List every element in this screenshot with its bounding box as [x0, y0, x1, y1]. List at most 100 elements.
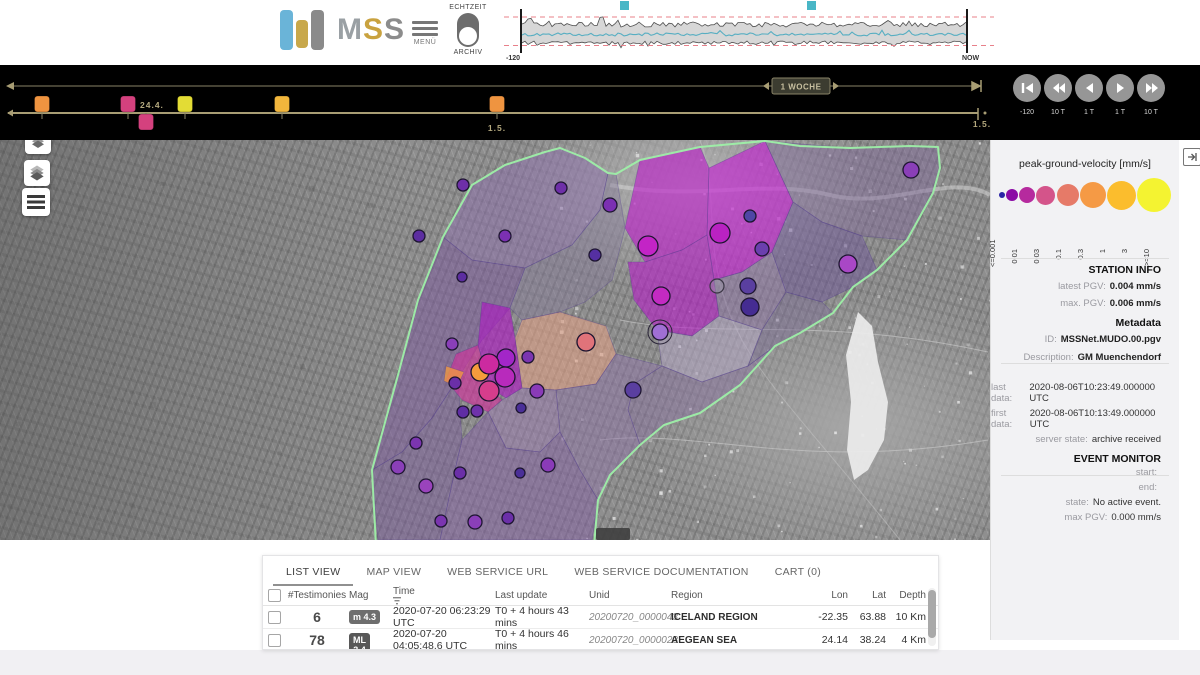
- row-checkbox[interactable]: [268, 634, 281, 647]
- station-circle[interactable]: [457, 179, 469, 191]
- playback-step-back-button[interactable]: [1075, 74, 1103, 102]
- speckle: [930, 228, 931, 229]
- station-circle[interactable]: [903, 162, 919, 178]
- column-header-depth[interactable]: Depth: [886, 590, 928, 601]
- speckle: [636, 152, 637, 153]
- seismogram-plot[interactable]: [0, 0, 1200, 65]
- terrain-shadow: [192, 477, 194, 479]
- playback-skip-start-button[interactable]: [1013, 74, 1041, 102]
- speckle: [818, 447, 819, 448]
- column-header--testimonies[interactable]: #Testimonies: [285, 590, 349, 601]
- timeline-event-marker[interactable]: [35, 96, 50, 112]
- station-circle[interactable]: [744, 210, 756, 222]
- station-circle[interactable]: [479, 381, 499, 401]
- station-circle[interactable]: [457, 272, 467, 282]
- table-scrollbar[interactable]: [928, 588, 936, 646]
- road: [600, 438, 988, 452]
- column-header-mag[interactable]: Mag: [349, 590, 393, 601]
- station-circle[interactable]: [499, 230, 511, 242]
- map-layers-button[interactable]: [24, 160, 50, 186]
- seismo-event-marker[interactable]: [807, 1, 816, 10]
- station-circle[interactable]: [625, 382, 641, 398]
- station-circle[interactable]: [710, 223, 730, 243]
- playback-rewind-button[interactable]: [1044, 74, 1072, 102]
- speckle: [778, 524, 781, 527]
- station-circle[interactable]: [435, 515, 447, 527]
- station-circle[interactable]: [449, 377, 461, 389]
- speckle: [848, 326, 851, 329]
- station-circle[interactable]: [652, 287, 670, 305]
- map-canvas[interactable]: [0, 140, 990, 540]
- speckle: [958, 440, 960, 442]
- timeline-event-marker[interactable]: [490, 96, 505, 112]
- station-circle[interactable]: [457, 406, 469, 418]
- event-max-pgv: max PGV:0.000 mm/s: [991, 512, 1179, 523]
- station-circle[interactable]: [652, 324, 668, 340]
- timeline-event-marker[interactable]: [178, 96, 193, 112]
- timeline-event-marker[interactable]: [139, 114, 154, 130]
- station-circle[interactable]: [710, 279, 724, 293]
- tab-map-view[interactable]: MAP VIEW: [353, 566, 434, 586]
- station-circle[interactable]: [603, 198, 617, 212]
- station-circle[interactable]: [740, 278, 756, 294]
- station-circle[interactable]: [471, 405, 483, 417]
- station-circle[interactable]: [755, 242, 769, 256]
- event-table-row[interactable]: 6m 4.32020-07-20 06:23:29 UTCT0 + 4 hour…: [263, 606, 938, 629]
- playback-step-forward-button[interactable]: [1106, 74, 1134, 102]
- speckle: [906, 343, 908, 345]
- event-table-row[interactable]: 78ML3.42020-07-20 04:05:48.6 UTCT0 + 4 h…: [263, 629, 938, 650]
- column-header-lon[interactable]: Lon: [803, 590, 848, 601]
- rewind-icon: [1051, 81, 1066, 95]
- station-circle[interactable]: [515, 468, 525, 478]
- station-circle[interactable]: [495, 367, 515, 387]
- column-header-unid[interactable]: Unid: [589, 590, 671, 601]
- select-all-checkbox[interactable]: [268, 589, 281, 602]
- column-header-region[interactable]: Region: [671, 590, 803, 601]
- station-circle[interactable]: [419, 479, 433, 493]
- week-zoom-right-arrow-icon[interactable]: [833, 82, 839, 90]
- tab-list-view[interactable]: LIST VIEW: [273, 566, 353, 586]
- week-zoom-left-arrow-icon[interactable]: [763, 82, 769, 90]
- seismo-event-marker[interactable]: [620, 1, 629, 10]
- map-layers-button-top[interactable]: [25, 140, 51, 154]
- speckle: [967, 343, 970, 346]
- station-circle[interactable]: [522, 351, 534, 363]
- tab-web-service-documentation[interactable]: WEB SERVICE DOCUMENTATION: [561, 566, 761, 586]
- station-circle[interactable]: [391, 460, 405, 474]
- scrollbar-thumb[interactable]: [928, 590, 936, 638]
- station-circle[interactable]: [479, 354, 499, 374]
- track-right-arrow-icon[interactable]: [972, 80, 981, 92]
- station-circle[interactable]: [502, 512, 514, 524]
- tab-cart-0[interactable]: CART (0): [762, 566, 834, 586]
- event-last-update: T0 + 4 hours 43 mins: [495, 605, 589, 629]
- station-circle[interactable]: [741, 298, 759, 316]
- tab-web-service-url[interactable]: WEB SERVICE URL: [434, 566, 561, 586]
- station-circle[interactable]: [446, 338, 458, 350]
- table-body: 6m 4.32020-07-20 06:23:29 UTCT0 + 4 hour…: [263, 606, 938, 650]
- column-header-last-update[interactable]: Last update: [495, 590, 589, 601]
- row-checkbox[interactable]: [268, 611, 281, 624]
- station-circle[interactable]: [410, 437, 422, 449]
- map-legend-list-button[interactable]: [22, 188, 50, 216]
- station-circle[interactable]: [497, 349, 515, 367]
- station-circle[interactable]: [468, 515, 482, 529]
- filter-icon[interactable]: [393, 597, 401, 605]
- station-circle[interactable]: [530, 384, 544, 398]
- station-circle[interactable]: [589, 249, 601, 261]
- timeline-event-marker[interactable]: [121, 96, 136, 112]
- station-circle[interactable]: [577, 333, 595, 351]
- station-circle[interactable]: [516, 403, 526, 413]
- sidebar-collapse-button[interactable]: [1183, 148, 1200, 166]
- station-circle[interactable]: [541, 458, 555, 472]
- station-circle[interactable]: [413, 230, 425, 242]
- timeline-event-marker[interactable]: [275, 96, 290, 112]
- column-header-time[interactable]: Time: [393, 586, 495, 605]
- terrain-shadow: [132, 153, 136, 157]
- station-circle[interactable]: [839, 255, 857, 273]
- station-circle[interactable]: [638, 236, 658, 256]
- playback-fast-forward-button[interactable]: [1137, 74, 1165, 102]
- station-circle[interactable]: [454, 467, 466, 479]
- terrain-shadow: [369, 501, 372, 504]
- station-circle[interactable]: [555, 182, 567, 194]
- column-header-lat[interactable]: Lat: [848, 590, 886, 601]
